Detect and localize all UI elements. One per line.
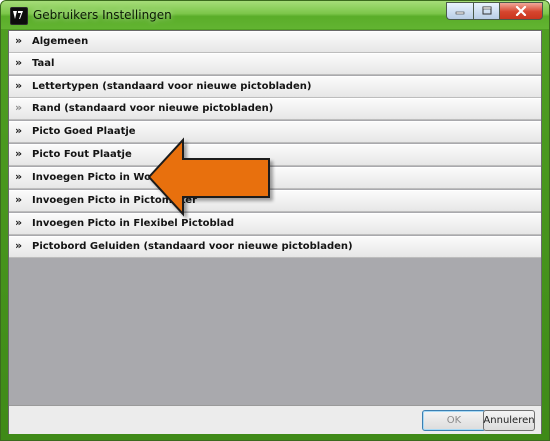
section-label: Rand (standaard voor nieuwe pictobladen) (32, 103, 274, 114)
section-label: Pictobord Geluiden (standaard voor nieuw… (32, 241, 353, 252)
section-label: Picto Fout Plaatje (32, 149, 132, 160)
minimize-icon (455, 11, 465, 15)
section-label: Invoegen Picto in Flexibel Pictoblad (32, 218, 234, 229)
chevron-icon: » (15, 56, 23, 69)
app-icon[interactable] (10, 7, 28, 25)
maximize-icon (482, 6, 491, 15)
window-controls (446, 2, 543, 21)
chevron-icon: » (15, 79, 23, 92)
chevron-icon: » (15, 193, 23, 206)
chevron-icon: » (15, 101, 23, 114)
section-lettertypen[interactable]: » Lettertypen (standaard voor nieuwe pic… (9, 76, 541, 98)
chevron-icon: » (15, 239, 23, 252)
maximize-button[interactable] (473, 2, 499, 20)
section-label: Algemeen (32, 36, 89, 47)
section-picto-fout-plaatje[interactable]: » Picto Fout Plaatje (9, 144, 541, 166)
section-label: Invoegen Picto in Word (32, 172, 164, 183)
section-label: Lettertypen (standaard voor nieuwe picto… (32, 81, 312, 92)
client-area: » Algemeen » Taal » Lettertypen (standaa… (8, 30, 542, 434)
section-algemeen[interactable]: » Algemeen (9, 31, 541, 53)
section-invoegen-flexibel[interactable]: » Invoegen Picto in Flexibel Pictoblad (9, 213, 541, 235)
close-button[interactable] (499, 2, 543, 20)
dialog-footer: OK Annuleren (9, 405, 541, 434)
cancel-button[interactable]: Annuleren (483, 410, 535, 431)
section-picto-goed-plaatje[interactable]: » Picto Goed Plaatje (9, 121, 541, 143)
title-bar[interactable]: Gebruikers Instellingen (1, 1, 549, 29)
minimize-button[interactable] (446, 2, 473, 20)
section-invoegen-pictomaker[interactable]: » Invoegen Picto in Pictomaker (9, 190, 541, 212)
chevron-icon: » (15, 170, 23, 183)
chevron-icon: » (15, 216, 23, 229)
chevron-icon: » (15, 34, 23, 47)
section-invoegen-word[interactable]: » Invoegen Picto in Word (9, 167, 541, 189)
section-pictobord-geluiden[interactable]: » Pictobord Geluiden (standaard voor nie… (9, 236, 541, 258)
chevron-icon: » (15, 147, 23, 160)
section-rand[interactable]: » Rand (standaard voor nieuwe pictoblade… (9, 98, 541, 120)
section-label: Taal (32, 58, 55, 69)
chevron-icon: » (15, 124, 23, 137)
section-label: Picto Goed Plaatje (32, 126, 136, 137)
section-label: Invoegen Picto in Pictomaker (32, 195, 197, 206)
section-taal[interactable]: » Taal (9, 53, 541, 75)
window-title: Gebruikers Instellingen (33, 8, 172, 22)
close-icon (515, 6, 527, 16)
settings-window: Gebruikers Instellingen » Algemeen » Taa… (0, 0, 550, 441)
ok-button[interactable]: OK (422, 410, 486, 431)
